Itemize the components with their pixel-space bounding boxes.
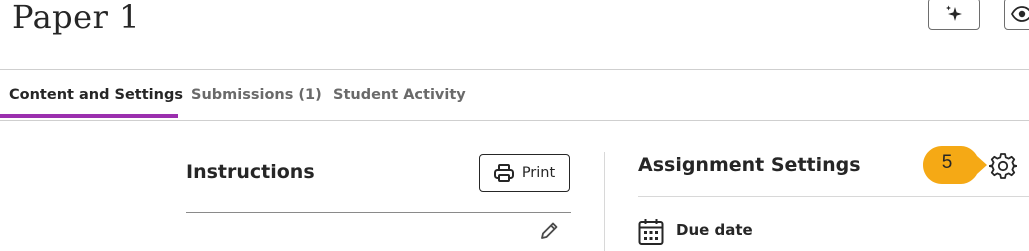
tab-content-and-settings[interactable]: Content and Settings bbox=[9, 70, 183, 120]
print-button-label: Print bbox=[521, 165, 556, 181]
tab-submissions[interactable]: Submissions (1) bbox=[191, 70, 322, 120]
column-divider bbox=[604, 152, 605, 251]
preview-button[interactable] bbox=[1004, 0, 1029, 30]
eye-icon bbox=[1011, 6, 1029, 22]
sparkle-icon bbox=[946, 5, 962, 21]
gear-icon[interactable] bbox=[989, 152, 1017, 180]
tabs-divider bbox=[0, 120, 1029, 121]
pencil-icon[interactable] bbox=[538, 220, 560, 242]
page-title: Paper 1 bbox=[12, 0, 140, 36]
settings-divider bbox=[638, 196, 1029, 197]
printer-icon bbox=[493, 164, 514, 182]
callout-number: 5 bbox=[941, 152, 953, 173]
tab-student-activity[interactable]: Student Activity bbox=[333, 70, 466, 120]
active-tab-indicator bbox=[0, 114, 178, 118]
ai-assist-button[interactable] bbox=[928, 0, 980, 30]
instructions-divider bbox=[186, 212, 571, 213]
assignment-settings-heading: Assignment Settings bbox=[638, 154, 861, 176]
due-date-label: Due date bbox=[676, 221, 753, 239]
tab-bar: Content and Settings Submissions (1) Stu… bbox=[0, 70, 1029, 120]
instructions-heading: Instructions bbox=[186, 161, 315, 183]
print-button[interactable]: Print bbox=[479, 154, 570, 192]
calendar-icon bbox=[638, 219, 664, 245]
